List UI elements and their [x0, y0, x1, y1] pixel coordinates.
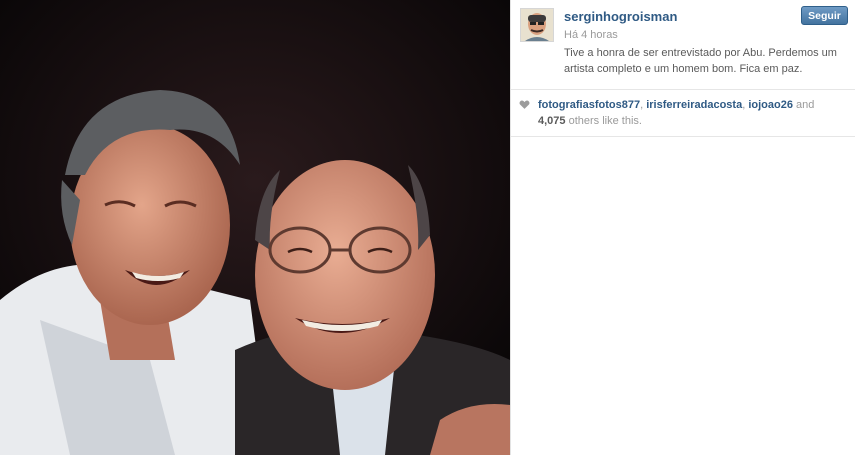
liker-link[interactable]: irisferreiradacosta	[646, 99, 742, 111]
post-side-panel: serginhogroisman Há 4 horas Tive a honra…	[510, 0, 855, 455]
liker-link[interactable]: iojoao26	[748, 99, 793, 111]
post-timestamp: Há 4 horas	[564, 29, 618, 41]
post-caption: Tive a honra de ser entrevistado por Abu…	[564, 47, 837, 75]
heart-icon	[519, 100, 530, 109]
username-link[interactable]: serginhogroisman	[564, 9, 677, 24]
post-photo[interactable]	[0, 0, 510, 455]
avatar[interactable]	[520, 8, 554, 42]
likes-count[interactable]: 4,075	[538, 115, 566, 127]
photo-illustration	[0, 0, 510, 455]
avatar-image	[521, 9, 553, 41]
likes-others-text: others like this.	[565, 115, 642, 127]
likes-summary: fotografiasfotos877, irisferreiradacosta…	[511, 90, 855, 129]
liker-link[interactable]: fotografiasfotos877	[538, 99, 640, 111]
likes-and-text: and	[792, 99, 815, 111]
divider	[511, 136, 855, 137]
post-header: serginhogroisman Há 4 horas Tive a honra…	[511, 0, 855, 90]
follow-button[interactable]: Seguir	[801, 6, 848, 25]
